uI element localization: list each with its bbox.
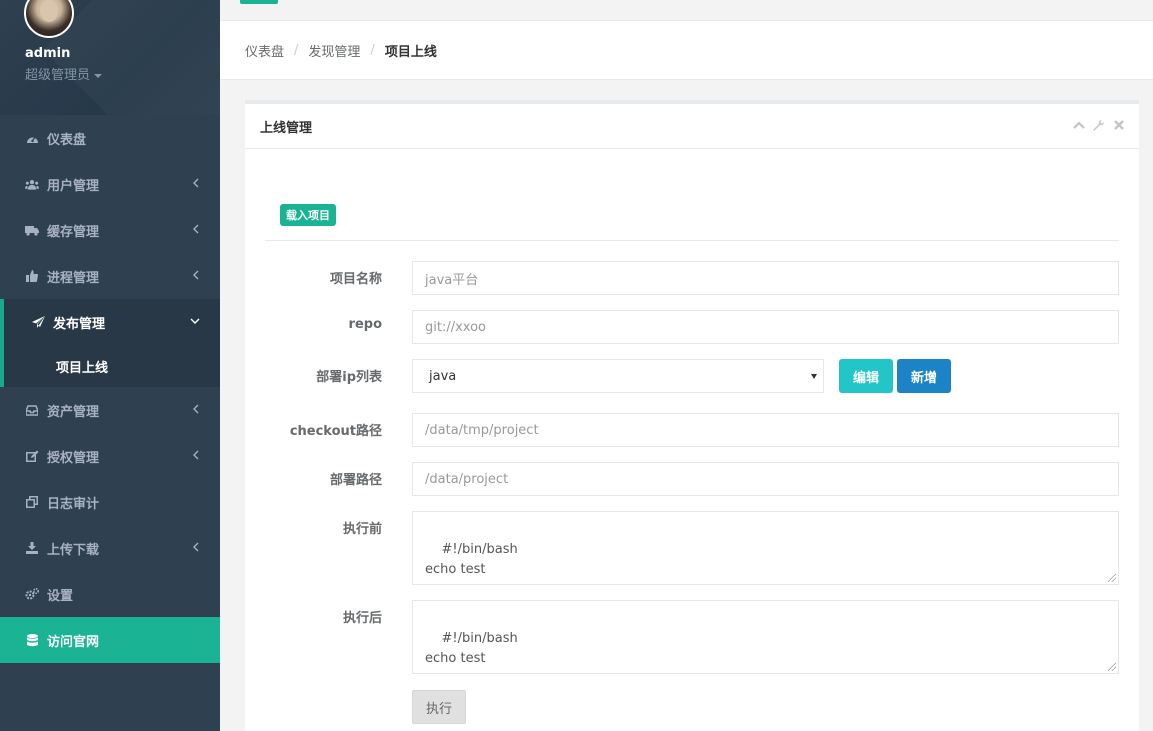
sidebar-item-publish[interactable]: 发布管理 bbox=[0, 299, 220, 345]
breadcrumb-item-dashboard[interactable]: 仪表盘 bbox=[245, 41, 284, 60]
sidebar-item-settings[interactable]: 设置 bbox=[0, 571, 220, 617]
sidebar-item-assets[interactable]: 资产管理 bbox=[0, 387, 220, 433]
checkout-path-input[interactable]: /data/tmp/project bbox=[412, 413, 1119, 447]
post-exec-textarea[interactable]: #!/bin/bash echo test bbox=[412, 600, 1119, 674]
resize-grip-icon[interactable] bbox=[1108, 663, 1116, 671]
sidebar-item-label: 设置 bbox=[47, 588, 74, 604]
sidebar-item-official-site[interactable]: 访问官网 bbox=[0, 617, 220, 663]
sidebar-item-cache[interactable]: 缓存管理 bbox=[0, 207, 220, 253]
chevron-up-icon[interactable] bbox=[1073, 119, 1085, 131]
chevron-left-icon bbox=[193, 542, 199, 552]
project-name-input[interactable]: java平台 bbox=[412, 261, 1119, 295]
breadcrumb-item-current: 项目上线 bbox=[384, 44, 437, 60]
chevron-down-icon bbox=[190, 318, 200, 324]
sidebar-item-auth[interactable]: 授权管理 bbox=[0, 433, 220, 479]
edit-button[interactable]: 编辑 bbox=[839, 359, 893, 393]
close-icon[interactable] bbox=[1113, 119, 1125, 131]
wrench-icon[interactable] bbox=[1093, 119, 1105, 131]
resize-grip-icon[interactable] bbox=[1108, 574, 1116, 582]
repo-label: repo bbox=[348, 317, 382, 332]
pre-exec-text: #!/bin/bash echo test bbox=[425, 542, 518, 577]
sidebar-item-label: 缓存管理 bbox=[47, 224, 100, 240]
sidebar-item-upload-download[interactable]: 上传下载 bbox=[0, 525, 220, 571]
sidebar-item-log-audit[interactable]: 日志审计 bbox=[0, 479, 220, 525]
sidebar-item-label: 仪表盘 bbox=[47, 132, 87, 148]
thumbs-up-icon bbox=[25, 269, 39, 283]
breadcrumb-separator: / bbox=[294, 42, 299, 58]
inbox-icon bbox=[25, 403, 39, 417]
divider bbox=[265, 240, 1119, 241]
profile-role-dropdown[interactable]: 超级管理员 bbox=[25, 64, 103, 83]
repo-input[interactable]: git://xxoo bbox=[412, 310, 1119, 344]
profile-name: admin bbox=[25, 46, 71, 61]
pre-exec-label: 执行前 bbox=[342, 522, 382, 537]
avatar[interactable] bbox=[24, 0, 74, 38]
sidebar-item-label: 用户管理 bbox=[47, 178, 100, 194]
sidebar-item-label: 资产管理 bbox=[47, 404, 100, 420]
users-icon bbox=[25, 177, 39, 191]
deploy-ip-select[interactable]: java bbox=[412, 359, 824, 393]
pre-exec-textarea[interactable]: #!/bin/bash echo test bbox=[412, 511, 1119, 585]
panel-tools bbox=[1073, 119, 1125, 131]
dashboard-icon bbox=[25, 131, 39, 145]
breadcrumb: 仪表盘 / 发现管理 / 项目上线 bbox=[220, 21, 1153, 80]
paper-plane-icon bbox=[31, 315, 45, 329]
sidebar-item-label: 上传下载 bbox=[47, 542, 100, 558]
caret-down-icon bbox=[94, 73, 103, 78]
sidebar-item-label: 日志审计 bbox=[47, 496, 100, 512]
download-icon bbox=[25, 541, 39, 555]
sidebar-item-label: 进程管理 bbox=[47, 270, 100, 286]
menu-toggle-button[interactable] bbox=[240, 0, 278, 4]
sidebar-item-users[interactable]: 用户管理 bbox=[0, 161, 220, 207]
sidebar: admin 超级管理员 仪表盘 用户管理 缓存管理 进程管理 发布管理 项目上线… bbox=[0, 0, 220, 731]
truck-icon bbox=[25, 223, 39, 237]
deploy-ip-selected-value: java bbox=[429, 368, 457, 384]
profile-role-label: 超级管理员 bbox=[25, 68, 91, 83]
run-button[interactable]: 执行 bbox=[412, 690, 466, 724]
chevron-left-icon bbox=[193, 404, 199, 414]
load-project-badge[interactable]: 载入项目 bbox=[280, 204, 336, 226]
breadcrumb-item-discover[interactable]: 发现管理 bbox=[308, 41, 360, 60]
add-button[interactable]: 新增 bbox=[897, 359, 951, 393]
database-icon bbox=[25, 633, 39, 647]
profile-header: admin 超级管理员 bbox=[0, 0, 220, 115]
online-management-panel: 上线管理 载入项目 项目名称 java平台 repo git://xxoo 部署… bbox=[245, 100, 1139, 731]
sidebar-item-label: 发布管理 bbox=[53, 316, 106, 332]
edit-icon bbox=[25, 449, 39, 463]
deploy-path-input[interactable]: /data/project bbox=[412, 462, 1119, 496]
checkout-path-label: checkout路径 bbox=[289, 424, 382, 439]
sidebar-item-dashboard[interactable]: 仪表盘 bbox=[0, 115, 220, 161]
chevron-left-icon bbox=[193, 178, 199, 188]
panel-title: 上线管理 bbox=[260, 120, 313, 136]
chevron-left-icon bbox=[193, 224, 199, 234]
sidebar-item-label: 授权管理 bbox=[47, 450, 100, 466]
chevron-left-icon bbox=[193, 270, 199, 280]
panel-header: 上线管理 bbox=[245, 104, 1139, 149]
deploy-path-label: 部署路径 bbox=[329, 473, 382, 488]
post-exec-text: #!/bin/bash echo test bbox=[425, 631, 518, 666]
top-navbar bbox=[220, 0, 1153, 21]
gears-icon bbox=[25, 587, 39, 601]
chevron-left-icon bbox=[193, 450, 199, 460]
sidebar-item-process[interactable]: 进程管理 bbox=[0, 253, 220, 299]
breadcrumb-separator: / bbox=[370, 42, 375, 58]
deploy-ip-label: 部署ip列表 bbox=[316, 370, 382, 385]
copy-icon bbox=[25, 495, 39, 509]
sidebar-group-publish: 发布管理 项目上线 bbox=[0, 299, 220, 387]
project-name-label: 项目名称 bbox=[329, 272, 382, 287]
sidebar-subitem-project-online[interactable]: 项目上线 bbox=[0, 345, 220, 387]
sidebar-item-label: 访问官网 bbox=[47, 634, 100, 650]
post-exec-label: 执行后 bbox=[342, 611, 382, 626]
select-caret-icon bbox=[811, 374, 817, 379]
